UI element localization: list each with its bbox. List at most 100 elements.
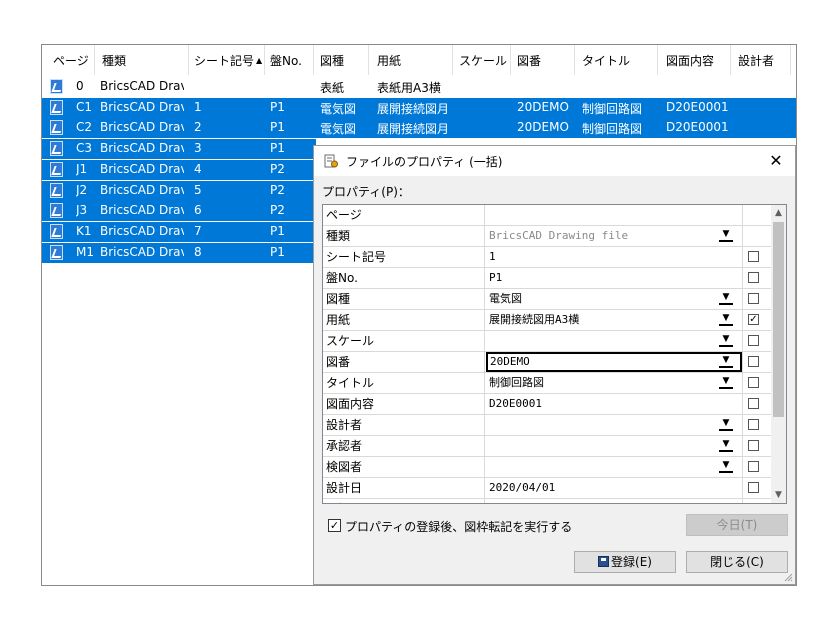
property-checkbox[interactable] bbox=[748, 272, 759, 283]
scroll-down-icon[interactable]: ▼ bbox=[771, 487, 786, 503]
property-row[interactable]: シート記号 1 bbox=[323, 247, 771, 268]
property-value-field[interactable]: 2020/04/01 bbox=[486, 478, 742, 498]
cell-page: K1 bbox=[76, 223, 92, 238]
property-value-field[interactable]: 20DEMO bbox=[486, 352, 742, 372]
sort-ascending-icon: ▲ bbox=[256, 56, 263, 65]
drawing-file-icon bbox=[50, 244, 63, 260]
col-header-kind[interactable]: 種類 bbox=[102, 52, 126, 69]
property-value-field[interactable] bbox=[486, 457, 742, 477]
list-row[interactable]: J2 BricsCAD Drav 5 P2 bbox=[42, 180, 316, 201]
cell-kind: BricsCAD Drav bbox=[100, 141, 184, 156]
property-checkbox[interactable] bbox=[748, 377, 759, 388]
cell-sheet: 7 bbox=[194, 223, 202, 238]
resize-grip-icon[interactable] bbox=[783, 572, 793, 582]
property-row[interactable]: 種類 BricsCAD Drawing file ▼ bbox=[323, 226, 771, 247]
property-grid-scrollbar[interactable]: ▲ ▼ bbox=[771, 205, 786, 503]
col-header-designer[interactable]: 設計者 bbox=[738, 52, 774, 69]
property-checkbox[interactable]: ✓ bbox=[748, 314, 759, 325]
property-row[interactable]: ページ bbox=[323, 205, 771, 226]
cell-page: J2 bbox=[76, 182, 88, 197]
list-row[interactable]: C2 BricsCAD Drav 2 P1 電気図 展開接続図月 20DEMO 制御回路図 D2… bbox=[42, 118, 796, 139]
list-row[interactable]: J1 BricsCAD Drav 4 P2 bbox=[42, 159, 316, 180]
property-value-field[interactable]: P1 bbox=[486, 268, 742, 288]
close-icon[interactable]: ✕ bbox=[765, 150, 787, 172]
property-checkbox[interactable] bbox=[748, 356, 759, 367]
property-value-field[interactable]: 展開接続図用A3横 bbox=[486, 310, 742, 330]
dropdown-arrow-icon[interactable]: ▼ bbox=[719, 418, 733, 431]
col-header-drawno[interactable]: 図番 bbox=[517, 52, 541, 69]
dropdown-arrow-icon[interactable]: ▼ bbox=[719, 313, 733, 326]
property-row[interactable]: スケール ▼ bbox=[323, 331, 771, 352]
property-value-field[interactable] bbox=[486, 331, 742, 351]
cell-content: D20E0001 bbox=[666, 99, 729, 114]
list-row[interactable]: J3 BricsCAD Drav 6 P2 bbox=[42, 201, 316, 222]
property-value-field[interactable]: D20E0001 bbox=[486, 394, 742, 414]
property-checkbox[interactable] bbox=[748, 419, 759, 430]
property-checkbox[interactable] bbox=[748, 293, 759, 304]
property-value-field[interactable]: 電気図 bbox=[486, 289, 742, 309]
property-row[interactable]: 図面内容 D20E0001 bbox=[323, 394, 771, 415]
col-header-board[interactable]: 盤No. bbox=[270, 52, 302, 69]
dropdown-arrow-icon[interactable]: ▼ bbox=[719, 229, 733, 242]
col-header-paper[interactable]: 用紙 bbox=[377, 52, 401, 69]
register-button[interactable]: 登録(E) bbox=[574, 551, 676, 573]
list-row[interactable]: K1 BricsCAD Drav 7 P1 bbox=[42, 221, 316, 242]
drawing-file-icon bbox=[50, 223, 63, 239]
col-header-page[interactable]: ページ bbox=[53, 52, 89, 69]
property-row[interactable]: 検図者 ▼ bbox=[323, 457, 771, 478]
property-value-field[interactable] bbox=[486, 436, 742, 456]
dropdown-arrow-icon[interactable]: ▼ bbox=[719, 292, 733, 305]
col-header-content[interactable]: 図面内容 bbox=[666, 52, 714, 69]
properties-label: プロパティ(P)： bbox=[322, 185, 410, 199]
property-row[interactable]: 承認者 ▼ bbox=[323, 436, 771, 457]
property-checkbox[interactable] bbox=[748, 440, 759, 451]
property-row[interactable]: 設計者 ▼ bbox=[323, 415, 771, 436]
property-checkbox[interactable] bbox=[748, 461, 759, 472]
property-value-field[interactable]: 1 bbox=[486, 247, 742, 267]
property-row[interactable]: 設計日 2020/04/01 bbox=[323, 478, 771, 499]
cell-sheet: 3 bbox=[194, 141, 202, 156]
col-header-sheet[interactable]: シート記号 ▲ bbox=[194, 52, 262, 69]
property-value-field[interactable] bbox=[486, 499, 742, 503]
property-row[interactable]: 承認日 bbox=[323, 499, 771, 504]
property-row[interactable]: 図種 電気図 ▼ bbox=[323, 289, 771, 310]
dialog-titlebar[interactable]: ファイルのプロパティ (一括) ✕ bbox=[314, 146, 795, 176]
dropdown-arrow-icon[interactable]: ▼ bbox=[719, 355, 733, 368]
property-value-field[interactable]: BricsCAD Drawing file bbox=[486, 226, 742, 246]
property-name: 種類 bbox=[323, 226, 485, 246]
property-checkbox[interactable] bbox=[748, 398, 759, 409]
dropdown-arrow-icon[interactable]: ▼ bbox=[719, 439, 733, 452]
scroll-thumb[interactable] bbox=[773, 222, 784, 417]
property-checkbox[interactable] bbox=[748, 251, 759, 262]
scroll-up-icon[interactable]: ▲ bbox=[771, 205, 786, 221]
property-value-field[interactable] bbox=[486, 415, 742, 435]
cell-page: J1 bbox=[76, 161, 88, 176]
property-row[interactable]: 図番 20DEMO ▼ bbox=[323, 352, 771, 373]
list-row[interactable]: C3 BricsCAD Drav 3 P1 bbox=[42, 139, 316, 160]
close-button[interactable]: 閉じる(C) bbox=[686, 551, 788, 573]
list-row[interactable]: 0 BricsCAD Drav 表紙 表紙用A3横 bbox=[42, 77, 796, 97]
property-checkbox[interactable] bbox=[748, 335, 759, 346]
list-row[interactable]: M1 BricsCAD Drav 8 P1 bbox=[42, 242, 316, 263]
property-row[interactable]: タイトル 制御回路図 ▼ bbox=[323, 373, 771, 394]
property-checkbox[interactable] bbox=[748, 482, 759, 493]
col-header-title[interactable]: タイトル bbox=[582, 52, 630, 69]
dropdown-arrow-icon[interactable]: ▼ bbox=[719, 376, 733, 389]
cell-kind: BricsCAD Drav bbox=[100, 223, 184, 238]
exec-frame-transfer-checkbox[interactable]: ✓ bbox=[328, 519, 341, 532]
dropdown-arrow-icon[interactable]: ▼ bbox=[719, 460, 733, 473]
property-value-field[interactable]: 制御回路図 bbox=[486, 373, 742, 393]
today-button[interactable]: 今日(T) bbox=[686, 514, 788, 536]
drawing-file-icon bbox=[50, 203, 63, 219]
col-header-type[interactable]: 図種 bbox=[320, 52, 344, 69]
dropdown-arrow-icon[interactable]: ▼ bbox=[719, 334, 733, 347]
property-name: 図番 bbox=[323, 352, 485, 372]
property-row[interactable]: 盤No. P1 bbox=[323, 268, 771, 289]
list-row[interactable]: C1 BricsCAD Drav 1 P1 電気図 展開接続図月 20DEMO 制御回路図 D2… bbox=[42, 97, 796, 118]
property-row[interactable]: 用紙 展開接続図用A3横 ▼ ✓ bbox=[323, 310, 771, 331]
property-checkbox[interactable] bbox=[748, 503, 759, 504]
cell-page: M1 bbox=[76, 244, 94, 259]
cell-page: C3 bbox=[76, 141, 93, 156]
col-header-scale[interactable]: スケール bbox=[459, 52, 507, 69]
property-value-field[interactable] bbox=[486, 205, 742, 225]
